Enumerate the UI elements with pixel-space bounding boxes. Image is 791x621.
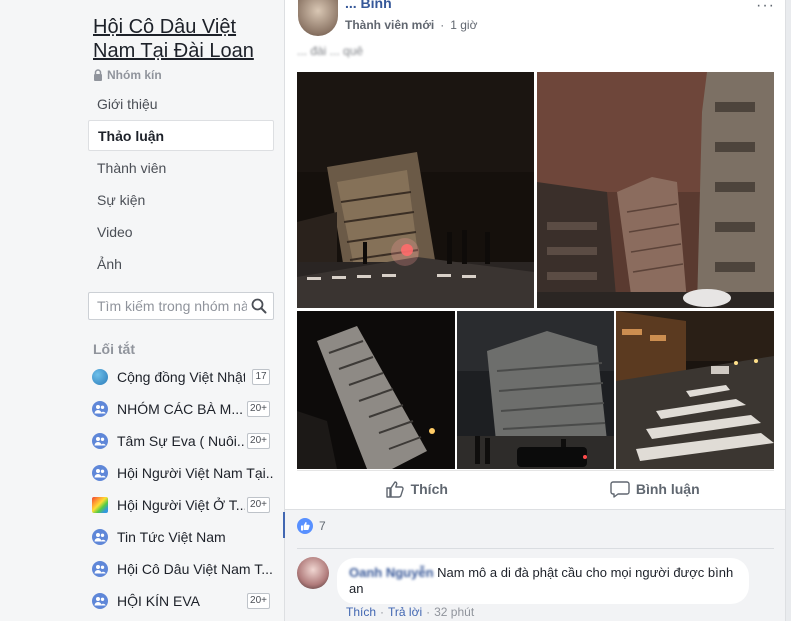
post-photo[interactable] — [537, 72, 774, 308]
shortcut-badge: 20+ — [247, 401, 270, 417]
group-nav: Giới thiệu Thảo luận Thành viên Sự kiện … — [88, 88, 274, 280]
reaction-count: 7 — [319, 519, 326, 533]
like-reaction-icon — [297, 518, 313, 534]
shortcuts-list: Cộng đồng Việt Nhật... 17 NHÓM CÁC BÀ M.… — [92, 361, 274, 617]
shortcut-badge: 17 — [252, 369, 270, 385]
post-text: ... đài ... quê — [297, 44, 364, 58]
shortcut-badge: 20+ — [247, 593, 270, 609]
shortcut-label: Hội Người Việt Ở T... — [117, 497, 245, 513]
like-button[interactable]: Thích — [297, 471, 536, 506]
nav-item-photos[interactable]: Ảnh — [88, 248, 274, 279]
left-sidebar: Hội Cô Dâu Việt Nam Tại Đài Loan Nhóm kí… — [0, 0, 285, 621]
group-icon — [92, 593, 108, 609]
divider — [297, 548, 774, 549]
shortcut-item[interactable]: Tâm Sự Eva ( Nuôi... 20+ — [92, 425, 274, 457]
shortcut-item[interactable]: Hội Người Việt Ở T... 20+ — [92, 489, 274, 521]
nav-item-events[interactable]: Sự kiện — [88, 184, 274, 215]
commenter-avatar[interactable] — [297, 557, 329, 589]
shortcut-label: Hội Người Việt Nam Tại... — [117, 465, 274, 481]
post-photo[interactable] — [616, 311, 774, 469]
nav-item-members[interactable]: Thành viên — [88, 152, 274, 183]
shortcut-item[interactable]: Hội Người Việt Nam Tại... — [92, 457, 274, 489]
member-role: Thành viên mới — [345, 18, 435, 32]
comment-button[interactable]: Bình luận — [536, 471, 775, 506]
shortcut-item[interactable]: Tin Tức Việt Nam — [92, 521, 274, 553]
comment-time[interactable]: 32 phút — [434, 605, 474, 619]
post-meta: Thành viên mới · 1 giờ — [345, 18, 477, 32]
thumbs-up-icon — [385, 480, 404, 498]
like-label: Thích — [410, 480, 448, 497]
comment-actions: Thích · Trả lời · 32 phút — [346, 605, 474, 619]
separator: · — [380, 605, 385, 619]
post-time[interactable]: 1 giờ — [450, 18, 477, 32]
nav-item-about[interactable]: Giới thiệu — [88, 88, 274, 119]
group-title[interactable]: Hội Cô Dâu Việt Nam Tại Đài Loan — [93, 15, 278, 63]
comment-bubble: Oanh Nguyễn Nam mô a di đà phật cầu cho … — [337, 558, 749, 604]
reactions-summary[interactable]: 7 — [297, 518, 326, 534]
nav-item-discussion[interactable]: Thảo luận — [88, 120, 274, 151]
comment-reply-link[interactable]: Trả lời — [388, 605, 422, 619]
globe-icon — [92, 369, 108, 385]
shortcut-item[interactable]: HỘI KÍN EVA 20+ — [92, 585, 274, 617]
author-avatar[interactable] — [298, 0, 338, 36]
post-photo[interactable] — [297, 311, 455, 469]
shortcut-label: Tin Tức Việt Nam — [117, 529, 226, 545]
shortcut-badge: 20+ — [247, 497, 270, 513]
separator: · — [426, 605, 431, 619]
post-author[interactable]: ... Bình — [345, 0, 392, 11]
shortcut-label: Cộng đồng Việt Nhật... — [117, 369, 245, 385]
shortcut-label: Tâm Sự Eva ( Nuôi... — [117, 433, 245, 449]
group-icon — [92, 529, 108, 545]
shortcut-label: HỘI KÍN EVA — [117, 593, 200, 609]
group-privacy: Nhóm kín — [93, 68, 162, 82]
nav-item-videos[interactable]: Video — [88, 216, 274, 247]
shortcut-label: NHÓM CÁC BÀ M... — [117, 401, 244, 417]
post-photo[interactable] — [297, 72, 534, 308]
shortcuts-heading: Lối tắt — [93, 341, 135, 357]
group-icon — [92, 401, 108, 417]
shortcut-item[interactable]: Cộng đồng Việt Nhật... 17 — [92, 361, 274, 393]
comments-section: 7 Oanh Nguyễn Nam mô a di đà phật cầu ch… — [285, 510, 786, 621]
shortcut-badge: 20+ — [247, 433, 270, 449]
group-icon — [92, 433, 108, 449]
commenter-name[interactable]: Oanh Nguyễn — [349, 565, 434, 580]
more-options-button[interactable]: ··· — [756, 0, 775, 15]
shortcut-item[interactable]: Hội Cô Dâu Việt Nam T... — [92, 553, 274, 585]
comment-icon — [610, 480, 630, 498]
shortcut-item[interactable]: NHÓM CÁC BÀ M... 20+ — [92, 393, 274, 425]
meta-separator: · — [440, 18, 445, 32]
group-icon — [92, 561, 108, 577]
shortcut-label: Hội Cô Dâu Việt Nam T... — [117, 561, 273, 577]
group-search-input[interactable] — [97, 298, 247, 314]
comment-like-link[interactable]: Thích — [346, 605, 376, 619]
privacy-label: Nhóm kín — [107, 68, 162, 82]
post-action-bar: Thích Bình luận — [297, 470, 774, 506]
search-icon[interactable] — [251, 298, 267, 314]
feed-post: ... Bình Thành viên mới · 1 giờ ··· ... … — [285, 0, 786, 510]
rainbow-icon — [92, 497, 108, 513]
lock-icon — [94, 69, 102, 81]
group-search — [88, 292, 274, 320]
comment-label: Bình luận — [635, 480, 700, 497]
post-photo[interactable] — [457, 311, 614, 469]
group-icon — [92, 465, 108, 481]
